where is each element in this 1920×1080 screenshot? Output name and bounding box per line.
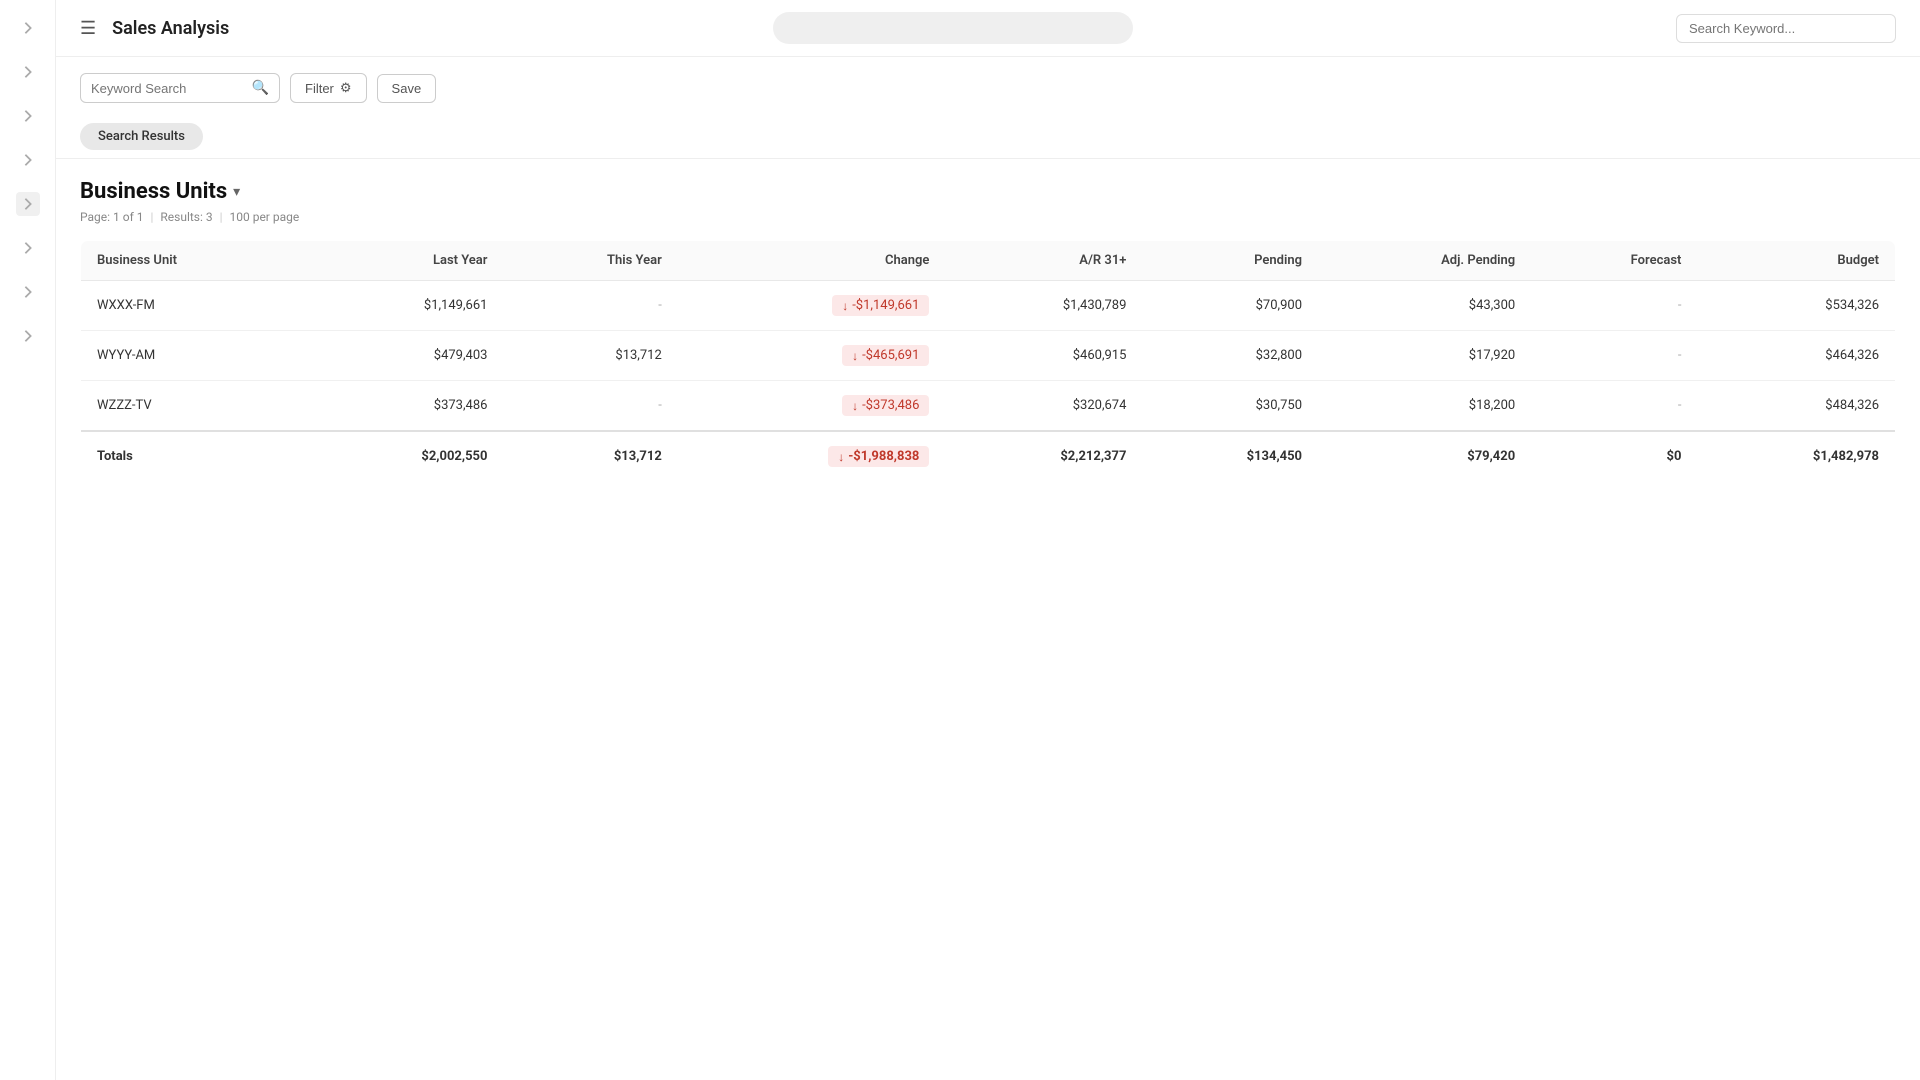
- col-header-budget: Budget: [1697, 241, 1895, 281]
- sidebar-item-6[interactable]: [16, 236, 40, 260]
- keyword-search-input[interactable]: [91, 81, 246, 96]
- cell-adj-pending: $43,300: [1318, 281, 1531, 331]
- business-units-table: Business Unit Last Year This Year Change…: [80, 240, 1896, 482]
- header-center: [245, 12, 1660, 44]
- change-badge-1: ↓ -$465,691: [842, 345, 929, 366]
- col-header-business-unit: Business Unit: [81, 241, 307, 281]
- col-header-pending: Pending: [1142, 241, 1318, 281]
- cell-budget: $484,326: [1697, 381, 1895, 432]
- cell-pending: $70,900: [1142, 281, 1318, 331]
- cell-business-unit: WXXX-FM: [81, 281, 307, 331]
- down-arrow-icon: ↓: [838, 450, 844, 464]
- down-arrow-icon: ↓: [842, 299, 848, 313]
- cell-business-unit: WYYY-AM: [81, 331, 307, 381]
- header-blur-bar: [773, 12, 1133, 44]
- cell-adj-pending: $18,200: [1318, 381, 1531, 432]
- cell-last-year: $479,403: [306, 331, 503, 381]
- down-arrow-icon: ↓: [852, 349, 858, 363]
- section-title: Business Units: [80, 179, 227, 204]
- sidebar-item-8[interactable]: [16, 324, 40, 348]
- col-header-last-year: Last Year: [306, 241, 503, 281]
- totals-ar31: $2,212,377: [945, 431, 1142, 482]
- cell-adj-pending: $17,920: [1318, 331, 1531, 381]
- main-content: ☰ Sales Analysis 🔍 Filter ⚙ Save Search …: [56, 0, 1920, 1080]
- section-header: Business Units ▾: [80, 179, 1896, 204]
- table-row: WXXX-FM $1,149,661 - ↓ -$1,149,661 $1,43…: [81, 281, 1896, 331]
- toolbar: 🔍 Filter ⚙ Save: [56, 57, 1920, 115]
- app-title: Sales Analysis: [112, 18, 229, 39]
- filter-label: Filter: [305, 81, 334, 96]
- cell-forecast: -: [1531, 331, 1697, 381]
- cell-business-unit: WZZZ-TV: [81, 381, 307, 432]
- totals-budget: $1,482,978: [1697, 431, 1895, 482]
- totals-this-year: $13,712: [503, 431, 677, 482]
- save-button[interactable]: Save: [377, 74, 437, 103]
- cell-forecast: -: [1531, 381, 1697, 432]
- cell-change: ↓ -$465,691: [678, 331, 946, 381]
- totals-pending: $134,450: [1142, 431, 1318, 482]
- cell-budget: $534,326: [1697, 281, 1895, 331]
- cell-last-year: $373,486: [306, 381, 503, 432]
- sidebar-item-5-active[interactable]: [16, 192, 40, 216]
- col-header-ar31: A/R 31+: [945, 241, 1142, 281]
- cell-ar31: $1,430,789: [945, 281, 1142, 331]
- table-row: WYYY-AM $479,403 $13,712 ↓ -$465,691 $46…: [81, 331, 1896, 381]
- cell-ar31: $320,674: [945, 381, 1142, 432]
- menu-icon[interactable]: ☰: [80, 18, 96, 39]
- change-badge-2: ↓ -$373,486: [842, 395, 929, 416]
- totals-label: Totals: [81, 431, 307, 482]
- cell-this-year: $13,712: [503, 331, 677, 381]
- cell-this-year: -: [503, 281, 677, 331]
- col-header-adj-pending: Adj. Pending: [1318, 241, 1531, 281]
- tab-search-results[interactable]: Search Results: [80, 123, 203, 150]
- pagination-info: Page: 1 of 1 | Results: 3 | 100 per page: [80, 210, 1896, 224]
- tabs-container: Search Results: [56, 115, 1920, 158]
- sidebar: [0, 0, 56, 1080]
- cell-forecast: -: [1531, 281, 1697, 331]
- content-area: Business Units ▾ Page: 1 of 1 | Results:…: [56, 159, 1920, 1080]
- header-search-input[interactable]: [1676, 14, 1896, 43]
- sidebar-item-1[interactable]: [16, 16, 40, 40]
- table-row: WZZZ-TV $373,486 - ↓ -$373,486 $320,674 …: [81, 381, 1896, 432]
- cell-last-year: $1,149,661: [306, 281, 503, 331]
- cell-ar31: $460,915: [945, 331, 1142, 381]
- totals-change-badge: ↓ -$1,988,838: [828, 446, 929, 467]
- col-header-change: Change: [678, 241, 946, 281]
- cell-budget: $464,326: [1697, 331, 1895, 381]
- col-header-this-year: This Year: [503, 241, 677, 281]
- totals-row: Totals $2,002,550 $13,712 ↓ -$1,988,838: [81, 431, 1896, 482]
- keyword-search-box[interactable]: 🔍: [80, 73, 280, 103]
- change-badge-0: ↓ -$1,149,661: [832, 295, 929, 316]
- section-title-dropdown-icon[interactable]: ▾: [233, 184, 240, 200]
- filter-button[interactable]: Filter ⚙: [290, 73, 367, 103]
- col-header-forecast: Forecast: [1531, 241, 1697, 281]
- sidebar-item-3[interactable]: [16, 104, 40, 128]
- table-header-row: Business Unit Last Year This Year Change…: [81, 241, 1896, 281]
- cell-this-year: -: [503, 381, 677, 432]
- totals-change: ↓ -$1,988,838: [678, 431, 946, 482]
- cell-pending: $30,750: [1142, 381, 1318, 432]
- sidebar-item-4[interactable]: [16, 148, 40, 172]
- totals-adj-pending: $79,420: [1318, 431, 1531, 482]
- search-icon: 🔍: [252, 80, 269, 96]
- totals-last-year: $2,002,550: [306, 431, 503, 482]
- sidebar-item-7[interactable]: [16, 280, 40, 304]
- totals-forecast: $0: [1531, 431, 1697, 482]
- cell-change: ↓ -$373,486: [678, 381, 946, 432]
- cell-pending: $32,800: [1142, 331, 1318, 381]
- sidebar-item-2[interactable]: [16, 60, 40, 84]
- down-arrow-icon: ↓: [852, 399, 858, 413]
- header: ☰ Sales Analysis: [56, 0, 1920, 57]
- filter-icon: ⚙: [340, 80, 352, 96]
- cell-change: ↓ -$1,149,661: [678, 281, 946, 331]
